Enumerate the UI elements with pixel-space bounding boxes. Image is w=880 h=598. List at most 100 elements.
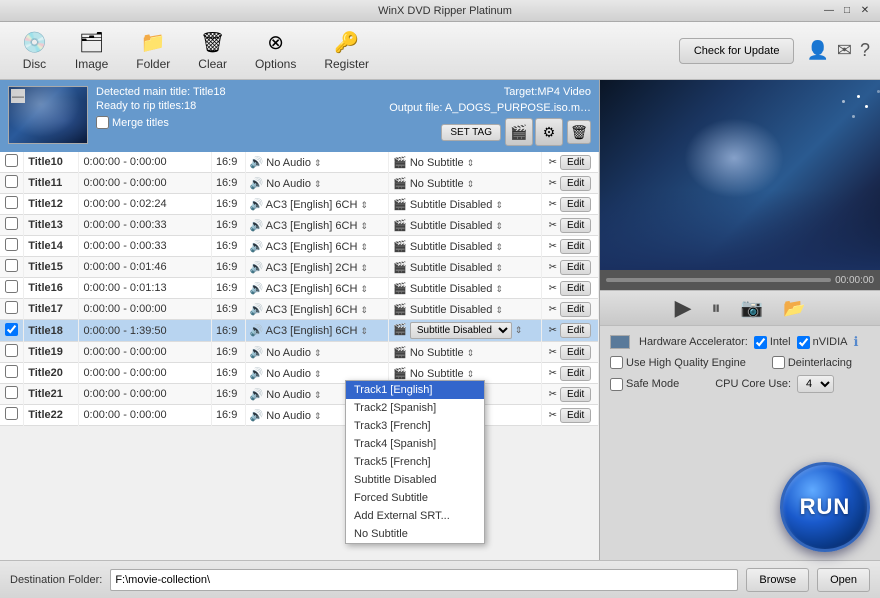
disc-button[interactable]: 💿 Disc xyxy=(10,26,59,76)
audio-sort-icon[interactable]: ⇕ xyxy=(314,390,322,400)
row-checkbox-cell[interactable] xyxy=(0,363,24,384)
row-checkbox[interactable] xyxy=(5,217,18,230)
account-icon[interactable]: 👤 xyxy=(806,40,828,61)
row-edit-cell[interactable]: ✂ Edit xyxy=(541,363,598,384)
sub-sort-icon[interactable]: ⇕ xyxy=(495,263,503,273)
maximize-button[interactable]: □ xyxy=(840,4,854,18)
edit-button[interactable]: Edit xyxy=(560,197,591,212)
edit-button[interactable]: Edit xyxy=(560,239,591,254)
clear-button[interactable]: 🗑 Clear xyxy=(186,26,239,76)
edit-button[interactable]: Edit xyxy=(560,281,591,296)
email-icon[interactable]: ✉ xyxy=(837,40,852,61)
row-checkbox[interactable] xyxy=(5,238,18,251)
titles-table-container[interactable]: Title10 0:00:00 - 0:00:00 16:9 🔊 No Audi… xyxy=(0,152,599,560)
check-update-button[interactable]: Check for Update xyxy=(679,38,795,64)
dropdown-item[interactable]: Add External SRT... xyxy=(346,507,484,525)
pause-button[interactable]: ⏸ xyxy=(712,298,721,319)
sub-sort-icon[interactable]: ⇕ xyxy=(495,221,503,231)
row-edit-cell[interactable]: ✂ Edit xyxy=(541,278,598,299)
edit-button[interactable]: Edit xyxy=(560,387,591,402)
row-checkbox-cell[interactable] xyxy=(0,236,24,257)
table-row[interactable]: Title17 0:00:00 - 0:00:00 16:9 🔊 AC3 [En… xyxy=(0,299,599,320)
table-row[interactable]: Title11 0:00:00 - 0:00:00 16:9 🔊 No Audi… xyxy=(0,173,599,194)
edit-button[interactable]: Edit xyxy=(560,176,591,191)
table-row[interactable]: Title20 0:00:00 - 0:00:00 16:9 🔊 No Audi… xyxy=(0,363,599,384)
table-row[interactable]: Title12 0:00:00 - 0:02:24 16:9 🔊 AC3 [En… xyxy=(0,194,599,215)
safe-mode-checkbox-label[interactable]: Safe Mode xyxy=(610,378,679,391)
settings-icon-button[interactable]: ⚙ xyxy=(535,118,563,146)
table-row[interactable]: Title19 0:00:00 - 0:00:00 16:9 🔊 No Audi… xyxy=(0,342,599,363)
row-subtitle[interactable]: 🎬 Subtitle Disabled ⇕ xyxy=(389,320,542,342)
intel-checkbox-label[interactable]: Intel xyxy=(754,336,791,349)
audio-sort-icon[interactable]: ⇕ xyxy=(314,158,322,168)
row-edit-cell[interactable]: ✂ Edit xyxy=(541,384,598,405)
sub-sort-icon[interactable]: ⇕ xyxy=(495,200,503,210)
delete-button[interactable]: 🗑 xyxy=(567,120,591,144)
info-icon[interactable]: ℹ xyxy=(853,334,858,350)
play-button[interactable]: ▶ xyxy=(675,295,692,321)
nvidia-checkbox-label[interactable]: nVIDIA xyxy=(797,336,848,349)
row-edit-cell[interactable]: ✂ Edit xyxy=(541,236,598,257)
edit-button[interactable]: Edit xyxy=(560,302,591,317)
open-button[interactable]: Open xyxy=(817,568,870,592)
dropdown-item[interactable]: Track3 [French] xyxy=(346,417,484,435)
subtitle-dropdown[interactable]: Track1 [English]Track2 [Spanish]Track3 [… xyxy=(345,380,485,544)
screenshot-button[interactable]: 📷 xyxy=(741,298,763,319)
table-row[interactable]: Title16 0:00:00 - 0:01:13 16:9 🔊 AC3 [En… xyxy=(0,278,599,299)
dropdown-item[interactable]: No Subtitle xyxy=(346,525,484,543)
row-checkbox-cell[interactable] xyxy=(0,152,24,173)
audio-sort-icon[interactable]: ⇕ xyxy=(314,411,322,421)
row-checkbox[interactable] xyxy=(5,344,18,357)
edit-button[interactable]: Edit xyxy=(560,155,591,170)
row-checkbox[interactable] xyxy=(5,301,18,314)
row-edit-cell[interactable]: ✂ Edit xyxy=(541,342,598,363)
play-icon-button[interactable]: 🎬 xyxy=(505,118,533,146)
audio-sort-icon[interactable]: ⇕ xyxy=(360,326,368,336)
row-checkbox[interactable] xyxy=(5,175,18,188)
row-checkbox[interactable] xyxy=(5,365,18,378)
row-edit-cell[interactable]: ✂ Edit xyxy=(541,194,598,215)
minimize-button[interactable]: — xyxy=(822,4,836,18)
row-edit-cell[interactable]: ✂ Edit xyxy=(541,299,598,320)
row-checkbox-cell[interactable] xyxy=(0,278,24,299)
deinterlace-checkbox-label[interactable]: Deinterlacing xyxy=(772,356,852,369)
dropdown-item[interactable]: Track1 [English] xyxy=(346,381,484,399)
quality-checkbox-label[interactable]: Use High Quality Engine xyxy=(610,356,746,369)
sub-sort-icon[interactable]: ⇕ xyxy=(467,369,475,379)
edit-button[interactable]: Edit xyxy=(560,345,591,360)
dropdown-item[interactable]: Track4 [Spanish] xyxy=(346,435,484,453)
row-checkbox[interactable] xyxy=(5,407,18,420)
quality-checkbox[interactable] xyxy=(610,356,623,369)
row-checkbox[interactable] xyxy=(5,196,18,209)
row-checkbox[interactable] xyxy=(5,323,18,336)
edit-button[interactable]: Edit xyxy=(560,366,591,381)
audio-sort-icon[interactable]: ⇕ xyxy=(360,221,368,231)
safe-mode-checkbox[interactable] xyxy=(610,378,623,391)
row-edit-cell[interactable]: ✂ Edit xyxy=(541,215,598,236)
row-checkbox-cell[interactable] xyxy=(0,342,24,363)
row-checkbox-cell[interactable] xyxy=(0,299,24,320)
row-checkbox[interactable] xyxy=(5,154,18,167)
row-checkbox-cell[interactable] xyxy=(0,194,24,215)
audio-sort-icon[interactable]: ⇕ xyxy=(360,242,368,252)
row-edit-cell[interactable]: ✂ Edit xyxy=(541,152,598,173)
row-checkbox-cell[interactable] xyxy=(0,257,24,278)
audio-sort-icon[interactable]: ⇕ xyxy=(360,263,368,273)
folder-open-button[interactable]: 📂 xyxy=(783,298,805,319)
dropdown-item[interactable]: Forced Subtitle xyxy=(346,489,484,507)
timeline-slider[interactable] xyxy=(606,278,831,282)
table-row[interactable]: Title15 0:00:00 - 0:01:46 16:9 🔊 AC3 [En… xyxy=(0,257,599,278)
sub-sort-icon[interactable]: ⇕ xyxy=(467,179,475,189)
row-checkbox[interactable] xyxy=(5,386,18,399)
row-checkbox-cell[interactable] xyxy=(0,173,24,194)
sub-sort-icon[interactable]: ⇕ xyxy=(467,158,475,168)
nvidia-checkbox[interactable] xyxy=(797,336,810,349)
audio-sort-icon[interactable]: ⇕ xyxy=(360,305,368,315)
audio-sort-icon[interactable]: ⇕ xyxy=(314,179,322,189)
merge-checkbox[interactable]: Merge titles xyxy=(96,116,169,129)
set-tag-button[interactable]: SET TAG xyxy=(441,124,501,141)
row-edit-cell[interactable]: ✂ Edit xyxy=(541,320,598,342)
edit-button[interactable]: Edit xyxy=(560,260,591,275)
register-button[interactable]: 🔑 Register xyxy=(312,26,381,76)
close-button[interactable]: ✕ xyxy=(858,4,872,18)
